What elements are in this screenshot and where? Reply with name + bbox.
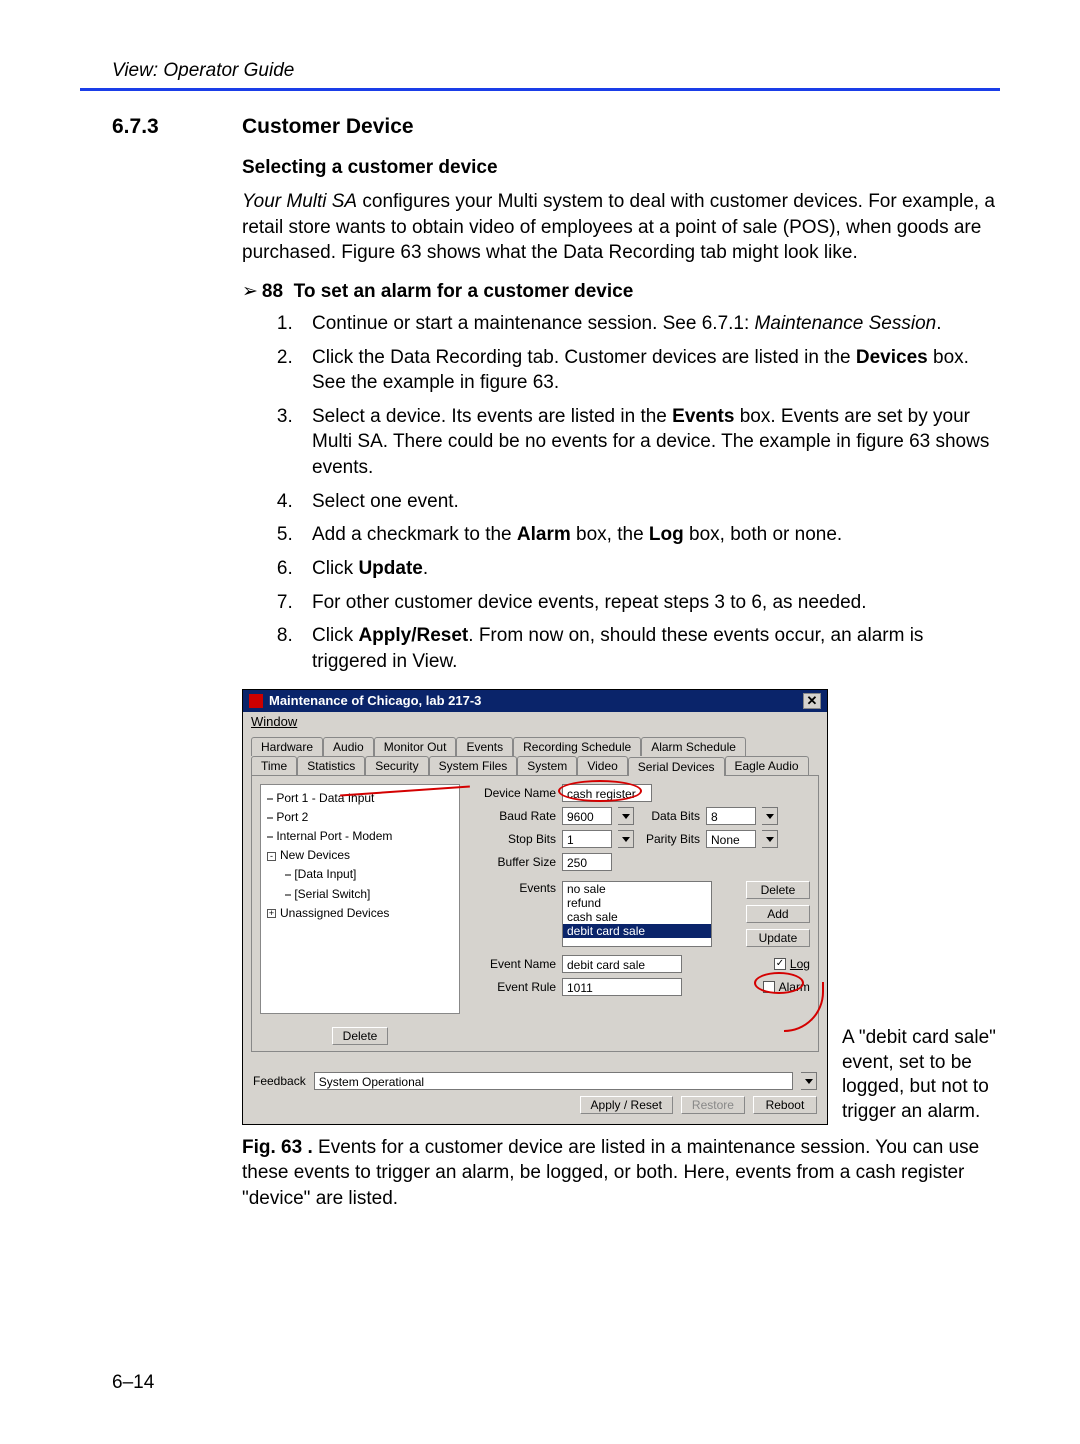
events-listbox[interactable]: no sale refund cash sale debit card sale: [562, 881, 712, 947]
step: Click Update.: [298, 556, 1000, 582]
arrow-icon: ➢: [242, 281, 258, 302]
reboot-button[interactable]: Reboot: [753, 1096, 817, 1114]
device-name-label: Device Name: [470, 786, 556, 800]
stop-bits-label: Stop Bits: [470, 832, 556, 846]
tab-system[interactable]: System: [517, 756, 577, 775]
restore-button[interactable]: Restore: [681, 1096, 745, 1114]
figure-caption: Fig. 63 . Events for a customer device a…: [242, 1135, 1000, 1212]
tab-time[interactable]: Time: [251, 756, 297, 775]
step: Select one event.: [298, 489, 1000, 515]
step: For other customer device events, repeat…: [298, 590, 1000, 616]
annotation-arrow: [784, 982, 824, 1032]
buffer-label: Buffer Size: [470, 855, 556, 869]
tab-system-files[interactable]: System Files: [429, 756, 518, 775]
callout-annotation: A "debit card sale" event, set to be log…: [842, 1026, 1000, 1125]
list-item[interactable]: cash sale: [563, 910, 711, 924]
section-title: Customer Device: [242, 115, 414, 139]
buffer-input[interactable]: 250: [562, 853, 612, 871]
chevron-down-icon[interactable]: [801, 1072, 817, 1090]
parity-select[interactable]: None: [706, 830, 756, 848]
tab-strip: Hardware Audio Monitor Out Events Record…: [243, 731, 827, 775]
chevron-down-icon[interactable]: [618, 807, 634, 825]
procedure-heading: ➢88 To set an alarm for a customer devic…: [242, 280, 1000, 303]
parity-label: Parity Bits: [640, 832, 700, 846]
close-button[interactable]: ✕: [803, 693, 821, 709]
fields-panel: Device Name cash register Baud Rate 9600…: [470, 784, 810, 1043]
baud-select[interactable]: 9600: [562, 807, 612, 825]
menu-window[interactable]: Window: [243, 712, 827, 731]
tab-eagle-audio[interactable]: Eagle Audio: [725, 756, 809, 775]
tab-serial-devices[interactable]: Serial Devices: [628, 757, 725, 776]
annotation-circle-device-name: [558, 780, 642, 802]
chevron-down-icon[interactable]: [762, 807, 778, 825]
page-header: View: Operator Guide: [80, 60, 1000, 82]
log-checkbox[interactable]: ✓: [774, 958, 786, 970]
log-label: Log: [790, 957, 810, 971]
tree-delete-button[interactable]: Delete: [332, 1027, 389, 1045]
screenshot-window: Maintenance of Chicago, lab 217-3 ✕ Wind…: [242, 689, 828, 1125]
window-titlebar: Maintenance of Chicago, lab 217-3 ✕: [243, 690, 827, 712]
tab-recording-schedule[interactable]: Recording Schedule: [513, 737, 641, 756]
feedback-label: Feedback: [253, 1074, 306, 1088]
device-tree[interactable]: ⎯ Port 1 - Data Input ⎯ Port 2 ⎯ Interna…: [260, 784, 460, 1014]
events-update-button[interactable]: Update: [746, 929, 810, 947]
section-number: 6.7.3: [112, 115, 202, 139]
feedback-field[interactable]: System Operational: [314, 1072, 793, 1090]
event-rule-label: Event Rule: [470, 980, 556, 994]
event-name-input[interactable]: debit card sale: [562, 955, 682, 973]
step: Select a device. Its events are listed i…: [298, 404, 1000, 481]
app-icon: [249, 694, 263, 708]
step: Click the Data Recording tab. Customer d…: [298, 345, 1000, 396]
window-title: Maintenance of Chicago, lab 217-3: [269, 693, 481, 708]
tab-monitor-out[interactable]: Monitor Out: [374, 737, 457, 756]
events-add-button[interactable]: Add: [746, 905, 810, 923]
event-name-label: Event Name: [470, 957, 556, 971]
intro-paragraph: Your Multi SA configures your Multi syst…: [242, 189, 1000, 266]
stop-bits-select[interactable]: 1: [562, 830, 612, 848]
event-rule-input[interactable]: 1011: [562, 978, 682, 996]
list-item[interactable]: refund: [563, 896, 711, 910]
procedure-steps: Continue or start a maintenance session.…: [270, 311, 1000, 675]
intro-italic: Your Multi SA: [242, 191, 357, 212]
list-item[interactable]: no sale: [563, 882, 711, 896]
baud-label: Baud Rate: [470, 809, 556, 823]
step: Continue or start a maintenance session.…: [298, 311, 1000, 337]
list-item[interactable]: debit card sale: [563, 924, 711, 938]
data-bits-select[interactable]: 8: [706, 807, 756, 825]
events-delete-button[interactable]: Delete: [746, 881, 810, 899]
chevron-down-icon[interactable]: [618, 830, 634, 848]
header-rule: [80, 88, 1000, 91]
tab-statistics[interactable]: Statistics: [297, 756, 365, 775]
tab-audio[interactable]: Audio: [323, 737, 374, 756]
page-number: 6–14: [80, 1372, 1000, 1394]
apply-reset-button[interactable]: Apply / Reset: [580, 1096, 673, 1114]
chevron-down-icon[interactable]: [762, 830, 778, 848]
tab-alarm-schedule[interactable]: Alarm Schedule: [641, 737, 746, 756]
tab-events[interactable]: Events: [456, 737, 513, 756]
data-bits-label: Data Bits: [640, 809, 700, 823]
tab-security[interactable]: Security: [365, 756, 428, 775]
step: Add a checkmark to the Alarm box, the Lo…: [298, 522, 1000, 548]
bottom-bar: Feedback System Operational Apply / Rese…: [243, 1060, 827, 1124]
step: Click Apply/Reset. From now on, should t…: [298, 623, 1000, 674]
tab-hardware[interactable]: Hardware: [251, 737, 323, 756]
subheading: Selecting a customer device: [242, 157, 1000, 179]
events-label: Events: [470, 881, 556, 895]
tab-video[interactable]: Video: [577, 756, 627, 775]
